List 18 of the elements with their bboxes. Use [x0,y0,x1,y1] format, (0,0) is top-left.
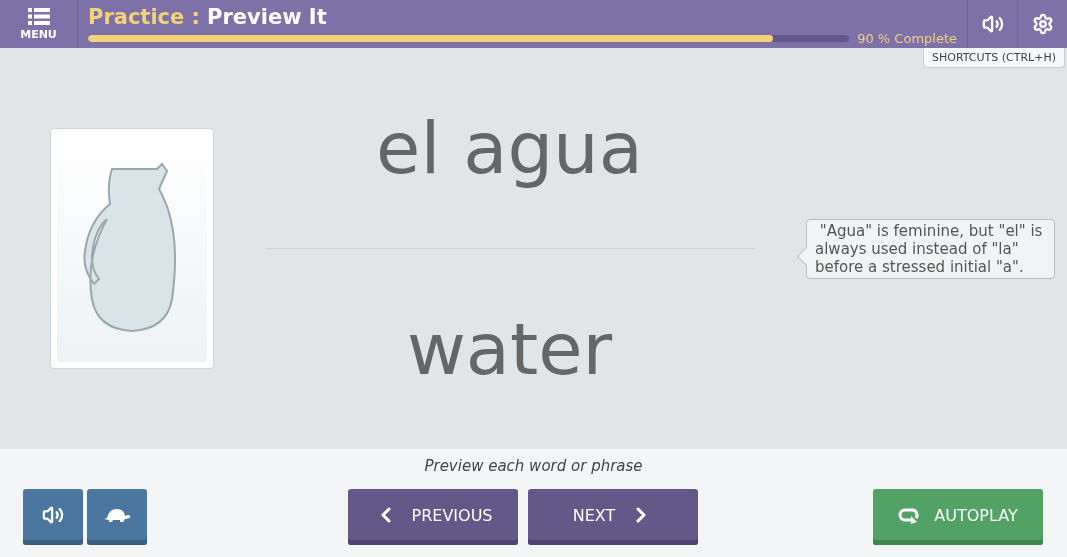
turtle-icon [103,507,131,523]
speaker-icon [42,504,64,526]
progress-label: 90 % Complete [857,31,957,46]
next-button[interactable]: NEXT [528,489,698,545]
page-title: Preview It [207,4,327,31]
slow-audio-button[interactable] [87,489,147,545]
translation-word: water [406,306,613,393]
grammar-note: "Agua" is feminine, but "el" is always used instead of "la" before a stressed initial "a". [806,218,1055,279]
instruction-caption: Preview each word or phrase [424,457,643,477]
loop-arrow-icon [898,506,921,524]
audio-button[interactable] [23,489,83,545]
settings-icon [1031,13,1054,35]
speaker-icon [981,13,1004,35]
previous-button[interactable]: PREVIOUS [348,489,518,545]
section-title: Practice : [88,4,200,31]
foreign-word: el agua [376,105,643,192]
menu-icon [27,7,50,25]
shortcuts-tooltip: SHORTCUTS (CTRL+H) [923,48,1065,68]
